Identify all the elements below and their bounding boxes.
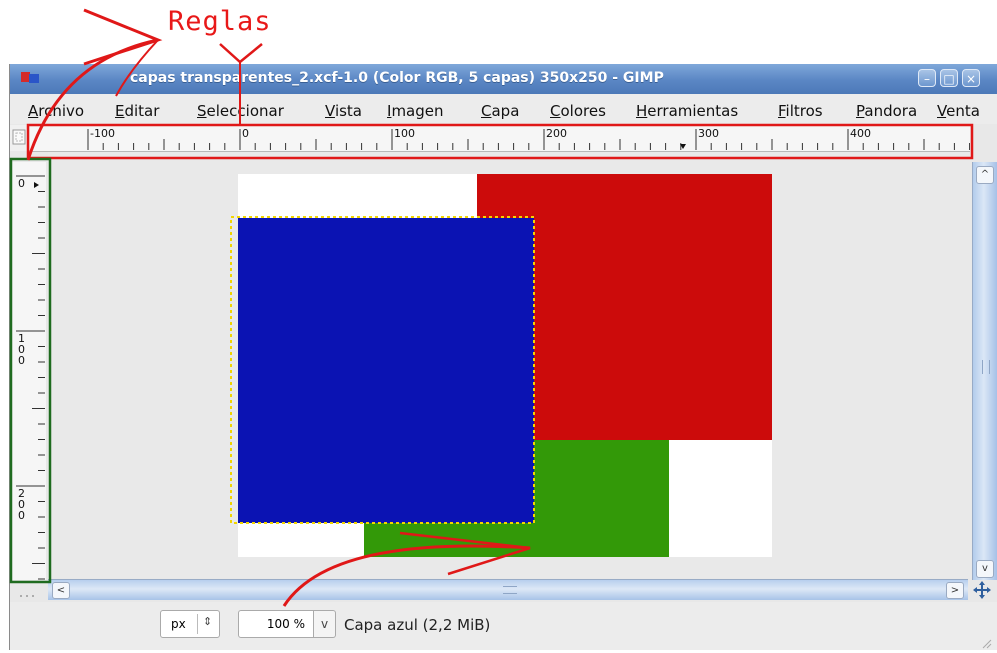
ruler-label: 0 (242, 127, 249, 140)
quick-mask-icon (12, 129, 26, 145)
quick-mask-toggle[interactable] (10, 125, 30, 151)
menu-herramientas[interactable]: Herramientas (636, 102, 738, 120)
minimize-button[interactable]: – (918, 69, 936, 87)
minimize-icon: – (924, 72, 930, 86)
blue-layer (238, 218, 534, 523)
chevron-right-icon: > (950, 585, 960, 596)
menu-bar: Archivo Editar Seleccionar Vista Imagen … (10, 94, 997, 124)
horizontal-ruler[interactable]: -100 0 100 200 300 400 (30, 125, 970, 152)
menu-imagen[interactable]: Imagen (387, 102, 444, 120)
annotation-bracket (83, 8, 163, 66)
ruler-label: 0 (18, 509, 25, 522)
ruler-label: 0 (18, 177, 25, 190)
pointer-position-icon (34, 182, 39, 188)
zoom-dropdown-button[interactable]: v (314, 610, 336, 638)
menu-ventanas[interactable]: Venta (937, 102, 980, 120)
scroll-down-button[interactable]: v (976, 560, 994, 578)
scroll-grip (503, 586, 517, 594)
chevron-up-icon: ^ (980, 169, 990, 180)
menu-colores[interactable]: Colores (550, 102, 606, 120)
menu-filtros[interactable]: Filtros (778, 102, 823, 120)
ruler-label: 400 (850, 127, 871, 140)
menu-editar[interactable]: Editar (115, 102, 159, 120)
zoom-input[interactable]: 100 % (238, 610, 314, 638)
ruler-label: -100 (90, 127, 115, 140)
image-canvas[interactable] (48, 152, 974, 578)
annotation-caret (219, 43, 263, 64)
vertical-ruler-scale: 0100200 (16, 175, 45, 580)
annotation-title: Reglas (168, 6, 272, 37)
unit-select[interactable]: px ⇕ (160, 610, 220, 638)
maximize-icon: □ (943, 72, 955, 86)
menu-capa[interactable]: Capa (481, 102, 519, 120)
scroll-grip (982, 360, 990, 374)
layer-info: Capa azul (2,2 MiB) (344, 616, 491, 634)
chevron-down-icon: v (982, 563, 988, 574)
size-grip-icon (980, 634, 992, 649)
resize-grip (18, 586, 42, 597)
maximize-button[interactable]: □ (940, 69, 958, 87)
ruler-label: 0 (18, 354, 25, 367)
menu-archivo[interactable]: Archivo (28, 102, 84, 120)
horizontal-ruler-scale: -100 0 100 200 300 400 (87, 127, 970, 150)
navigate-button[interactable] (970, 579, 994, 601)
move-navigate-icon (973, 581, 991, 599)
divider (197, 614, 198, 634)
menu-vista[interactable]: Vista (325, 102, 362, 120)
vertical-ruler[interactable]: 0100200 (12, 162, 46, 580)
ruler-label: 300 (698, 127, 719, 140)
dots-icon (20, 595, 34, 597)
ruler-label: 200 (546, 127, 567, 140)
close-icon: × (965, 72, 977, 86)
chevron-left-icon: < (56, 585, 66, 596)
gimp-icon (21, 72, 39, 83)
zoom-value: 100 % (266, 617, 305, 631)
spin-arrows-icon: ⇕ (203, 615, 213, 628)
close-button[interactable]: × (962, 69, 980, 87)
scroll-left-button[interactable]: < (52, 582, 70, 599)
unit-value: px (171, 617, 186, 631)
scroll-right-button[interactable]: > (946, 582, 964, 599)
canvas-area[interactable] (48, 152, 974, 578)
ruler-label: 100 (394, 127, 415, 140)
status-bar: px ⇕ 100 % v Capa azul (2,2 MiB) (10, 602, 997, 650)
gimp-image-window: capas transparentes_2.xcf-1.0 (Color RGB… (9, 64, 997, 650)
title-bar[interactable]: capas transparentes_2.xcf-1.0 (Color RGB… (10, 64, 997, 94)
window-title: capas transparentes_2.xcf-1.0 (Color RGB… (130, 70, 664, 86)
scroll-up-button[interactable]: ^ (976, 166, 994, 184)
menu-pandora[interactable]: Pandora (856, 102, 917, 120)
vertical-scrollbar[interactable]: ^ v (972, 162, 997, 580)
menu-seleccionar[interactable]: Seleccionar (197, 102, 284, 120)
horizontal-scrollbar[interactable]: < > (48, 579, 968, 600)
chevron-down-icon: v (320, 617, 329, 631)
